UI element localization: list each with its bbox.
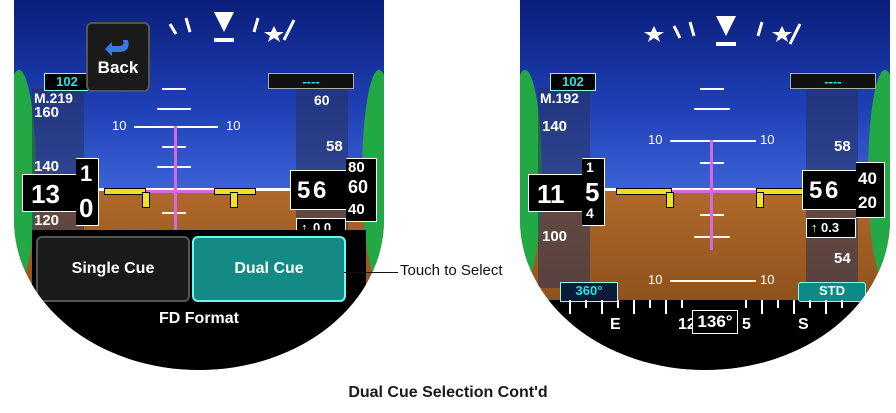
roll-star-icon <box>264 26 284 42</box>
pitch-line <box>694 108 730 110</box>
speed-tape-label: 140 <box>542 118 568 135</box>
speed-tape-label: 160 <box>34 104 60 121</box>
rolling-digit-current: 0 <box>79 193 94 223</box>
roll-pointer-base <box>716 42 736 46</box>
alt-sub-digit: 6 <box>313 177 327 204</box>
aircraft-wing-right-tip <box>230 192 238 208</box>
heading-bug-readout[interactable]: 360° <box>560 282 618 302</box>
vertical-speed-readout: ↑ 0.3 <box>806 218 856 238</box>
speed-tape-label: 140 <box>34 158 60 175</box>
pitch-label-right: 10 <box>760 132 775 147</box>
single-cue-button[interactable]: Single Cue <box>36 236 190 302</box>
pitch-label-right: 10 <box>760 272 775 287</box>
pitch-line <box>700 88 724 90</box>
roll-pointer-base <box>214 38 234 42</box>
mach-readout: M.219 <box>34 90 73 106</box>
alt-roll-current: 40 <box>858 169 877 188</box>
roll-tick <box>788 23 802 45</box>
airspeed-rolling-digit: 1 5 4 <box>582 158 605 226</box>
alt-tape-label: 54 <box>834 250 851 267</box>
pitch-label-right: 10 <box>226 118 241 133</box>
roll-tick <box>252 17 260 33</box>
airspeed-rolling-digit: 1 0 <box>76 158 99 226</box>
heading-readout: 136° <box>692 310 738 334</box>
heading-mark-east: E <box>610 316 621 333</box>
roll-scale <box>644 16 802 46</box>
alt-sub-digit: 6 <box>825 177 839 204</box>
fd-vertical-cue <box>710 140 713 250</box>
roll-star-icon <box>644 26 664 42</box>
heading-mark-5: 5 <box>742 316 751 333</box>
aircraft-wing-left-tip <box>142 192 150 208</box>
altitude-rolling-digits: 40 20 <box>856 162 885 218</box>
rolling-digit-bottom: 4 <box>586 205 594 221</box>
baro-std-button[interactable]: STD <box>798 282 866 302</box>
roll-pointer <box>716 16 736 36</box>
speed-bug-readout[interactable]: 102 <box>550 73 596 91</box>
back-arrow-icon <box>105 40 129 56</box>
pitch-line-10 <box>670 140 756 142</box>
aircraft-wing-left <box>616 188 672 195</box>
altitude-rolling-digits: 80 60 40 <box>346 158 377 222</box>
rolling-digit-current: 5 <box>585 177 600 207</box>
speed-tape-label: 120 <box>34 212 60 229</box>
aircraft-wing-left <box>104 188 146 195</box>
aircraft-wing-left-tip <box>666 192 674 208</box>
alt-roll-top: 80 <box>348 159 365 176</box>
altitude-current-box: 5 6 <box>802 170 858 210</box>
alt-main-digit: 5 <box>809 177 823 204</box>
back-button-label: Back <box>97 58 139 77</box>
mach-readout: M.192 <box>540 90 579 106</box>
right-pfd-display: 10 10 10 10 102 M.192 140 100 11 1 5 4 -… <box>520 0 890 370</box>
roll-scale <box>168 12 296 42</box>
aircraft-wing-right-tip <box>756 192 764 208</box>
alt-roll-bottom: 20 <box>858 193 877 212</box>
alt-roll-bottom: 40 <box>348 201 365 218</box>
rolling-digit-top: 1 <box>586 159 594 175</box>
altitude-bug-readout[interactable]: ---- <box>790 73 876 89</box>
pitch-line-10 <box>670 280 756 282</box>
pitch-line <box>157 108 191 110</box>
airspeed-main-digits: 13 <box>31 179 60 209</box>
pitch-label-left: 10 <box>648 132 663 147</box>
pitch-label-left: 10 <box>648 272 663 287</box>
roll-star-icon <box>772 26 792 42</box>
roll-tick <box>672 25 682 39</box>
altitude-bug-readout[interactable]: ---- <box>268 73 354 89</box>
roll-tick <box>756 21 764 37</box>
vs-up-arrow-icon: ↑ <box>811 220 818 235</box>
alt-roll-current: 60 <box>348 177 369 197</box>
alt-tape-label: 58 <box>326 138 343 155</box>
roll-tick <box>168 23 178 35</box>
dual-cue-button[interactable]: Dual Cue <box>192 236 346 302</box>
speed-bug-readout[interactable]: 102 <box>44 73 90 91</box>
callout-line <box>344 272 398 273</box>
fd-vertical-cue <box>174 126 177 234</box>
roll-tick <box>184 17 192 33</box>
alt-tape-label: 58 <box>834 138 851 155</box>
touch-to-select-callout: Touch to Select <box>400 262 503 279</box>
heading-mark-south: S <box>798 316 809 333</box>
roll-pointer <box>214 12 234 32</box>
pitch-label-left: 10 <box>112 118 127 133</box>
roll-tick <box>282 19 296 41</box>
pitch-line <box>162 88 186 90</box>
vs-value: 0.3 <box>821 220 840 235</box>
figure-caption: Dual Cue Selection Cont'd <box>348 384 548 401</box>
speed-tape-label: 100 <box>542 228 568 245</box>
altitude-current-box: 5 6 <box>290 170 348 210</box>
left-pfd-display: 10 10 160 140 120 102 M.219 13 1 0 Back … <box>14 0 384 370</box>
roll-tick <box>688 21 696 37</box>
rolling-digit-top: 1 <box>80 161 93 186</box>
fd-format-title: FD Format <box>159 310 239 327</box>
airspeed-main-digits: 11 <box>537 179 565 209</box>
alt-tape-label: 60 <box>314 92 330 108</box>
back-button[interactable]: Back <box>86 22 150 92</box>
alt-main-digit: 5 <box>297 177 311 204</box>
